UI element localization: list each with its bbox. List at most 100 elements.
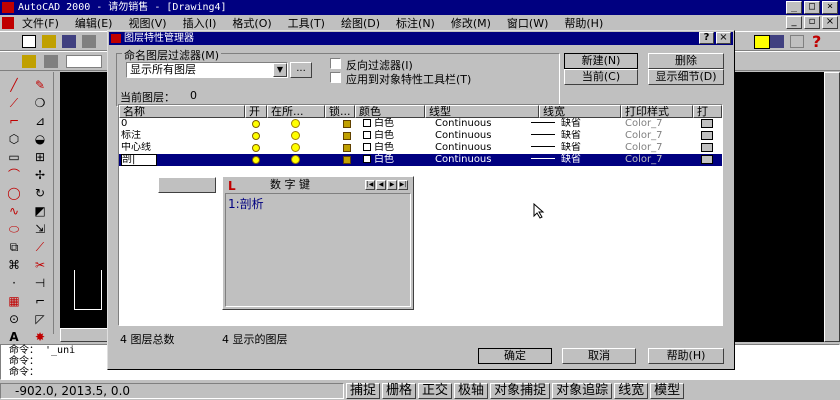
help-icon[interactable]: ? <box>812 32 821 51</box>
apply-toolbar-checkbox[interactable] <box>330 72 341 83</box>
layer-previous-icon[interactable] <box>44 55 58 68</box>
invert-filter-checkbox[interactable] <box>330 58 341 69</box>
layer-linetype[interactable]: Continuous <box>435 130 491 142</box>
region-icon[interactable]: ⊙ <box>6 312 22 326</box>
layer-lineweight[interactable]: 缺省 <box>531 130 581 142</box>
layer-color[interactable]: 白色 <box>363 130 394 142</box>
printer-icon[interactable] <box>701 154 713 166</box>
sun-icon[interactable] <box>291 142 300 154</box>
col-plot[interactable]: 打 <box>693 105 722 118</box>
menu-format[interactable]: 格式(O) <box>224 15 279 31</box>
table-row[interactable]: 中心线 白色 Continuous 缺省 Color_7 <box>119 142 722 154</box>
table-row-selected[interactable]: 剖| 白色 Continuous 缺省 Color_7 <box>119 154 722 166</box>
arc-icon[interactable]: ⌒ <box>6 168 22 182</box>
printer-icon[interactable] <box>701 130 713 142</box>
col-on[interactable]: 开 <box>245 105 267 118</box>
layer-linetype[interactable]: Continuous <box>435 142 491 154</box>
lock-icon[interactable] <box>343 130 351 142</box>
ortho-button[interactable]: 正交 <box>418 383 453 399</box>
scale-icon[interactable]: ◩ <box>32 204 48 218</box>
set-current-button[interactable]: 当前(C) <box>564 69 638 85</box>
model-button[interactable]: 模型 <box>650 383 685 399</box>
array-icon[interactable]: ⊞ <box>32 150 48 164</box>
lock-icon[interactable] <box>343 118 351 130</box>
layer-name-edit[interactable]: 剖| <box>121 154 157 166</box>
lightbulb-icon[interactable] <box>252 142 260 154</box>
layer-linetype[interactable]: Continuous <box>435 118 491 130</box>
lock-icon[interactable] <box>343 142 351 154</box>
menu-help[interactable]: 帮助(H) <box>556 15 611 31</box>
mirror-icon[interactable]: ⊿ <box>32 114 48 128</box>
numpad-entry[interactable]: 1:剖析 <box>228 195 264 212</box>
make-block-icon[interactable]: ⌘ <box>6 258 22 272</box>
cancel-button[interactable]: 取消 <box>562 348 636 364</box>
col-lineweight[interactable]: 线宽 <box>539 105 621 118</box>
print-icon[interactable] <box>82 35 96 48</box>
break-icon[interactable]: ⌐ <box>32 294 48 308</box>
open-file-icon[interactable] <box>42 35 56 48</box>
lock-icon[interactable] <box>343 154 351 166</box>
sun-icon[interactable] <box>291 118 300 130</box>
menu-tools[interactable]: 工具(T) <box>280 15 333 31</box>
show-details-button[interactable]: 显示细节(D) <box>648 69 724 85</box>
layer-combo[interactable] <box>66 55 102 68</box>
lightbulb-icon[interactable] <box>252 118 260 130</box>
filter-dots-button[interactable]: ... <box>290 62 312 78</box>
polygon-icon[interactable]: ⬡ <box>6 132 22 146</box>
close-button[interactable]: × <box>822 1 838 14</box>
layer-lineweight[interactable]: 缺省 <box>531 118 581 130</box>
lengthen-icon[interactable]: ⟋ <box>32 240 48 254</box>
erase-icon[interactable]: ✎ <box>32 78 48 92</box>
menu-edit[interactable]: 编辑(E) <box>67 15 121 31</box>
previous-page-icon[interactable]: ◀ <box>376 180 386 190</box>
chevron-down-icon[interactable]: ▼ <box>273 63 287 77</box>
doc-minimize-button[interactable]: _ <box>786 16 802 29</box>
col-name[interactable]: 名称 <box>119 105 245 118</box>
lineweight-button[interactable]: 线宽 <box>614 383 649 399</box>
table-row[interactable]: 0 白色 Continuous 缺省 Color_7 <box>119 118 722 130</box>
last-page-icon[interactable]: ▶| <box>398 180 408 190</box>
stretch-icon[interactable]: ⇲ <box>32 222 48 236</box>
trim-icon[interactable]: ✂ <box>32 258 48 272</box>
new-file-icon[interactable] <box>22 35 36 48</box>
xline-icon[interactable]: ⟋ <box>6 96 22 110</box>
dialog-help-button[interactable]: ? <box>699 32 714 44</box>
point-icon[interactable]: · <box>6 276 22 290</box>
menu-insert[interactable]: 插入(I) <box>175 15 225 31</box>
zoom-icon[interactable] <box>770 35 784 48</box>
layers-icon[interactable] <box>22 55 36 68</box>
osnap-button[interactable]: 对象捕捉 <box>490 383 551 399</box>
rotate-icon[interactable]: ↻ <box>32 186 48 200</box>
doc-close-button[interactable]: × <box>822 16 838 29</box>
next-page-icon[interactable]: ▶ <box>387 180 397 190</box>
sun-icon[interactable] <box>291 130 300 142</box>
dialog-close-button[interactable]: × <box>716 32 731 44</box>
insert-block-icon[interactable]: ⧉ <box>6 240 22 254</box>
ok-button[interactable]: 确定 <box>478 348 552 364</box>
minimize-button[interactable]: _ <box>786 1 802 14</box>
ellipse-icon[interactable]: ⬭ <box>6 222 22 236</box>
layer-color[interactable]: 白色 <box>363 154 394 166</box>
menu-view[interactable]: 视图(V) <box>120 15 174 31</box>
vertical-scrollbar[interactable] <box>824 72 840 342</box>
document-icon[interactable] <box>2 17 14 29</box>
first-page-icon[interactable]: |◀ <box>365 180 375 190</box>
drawing-canvas-right[interactable] <box>720 72 840 342</box>
layer-color[interactable]: 白色 <box>363 142 394 154</box>
spline-icon[interactable]: ∿ <box>6 204 22 218</box>
layer-linetype[interactable]: Continuous <box>435 154 491 166</box>
save-icon[interactable] <box>62 35 76 48</box>
help-button[interactable]: 帮助(H) <box>648 348 724 364</box>
snap-button[interactable]: 捕捉 <box>346 383 381 399</box>
lightbulb-icon[interactable] <box>252 130 260 142</box>
menu-dimension[interactable]: 标注(N) <box>388 15 443 31</box>
extend-icon[interactable]: ⊣ <box>32 276 48 290</box>
explode-icon[interactable]: ✸ <box>32 330 48 344</box>
layer-filter-select[interactable]: 显示所有图层 ▼ <box>126 62 288 78</box>
new-layer-button[interactable]: 新建(N) <box>564 53 638 69</box>
lightbulb-icon[interactable] <box>252 154 260 166</box>
grid-button[interactable]: 栅格 <box>382 383 417 399</box>
polar-button[interactable]: 极轴 <box>454 383 489 399</box>
layer-color[interactable]: 白色 <box>363 118 394 130</box>
menu-window[interactable]: 窗口(W) <box>499 15 556 31</box>
